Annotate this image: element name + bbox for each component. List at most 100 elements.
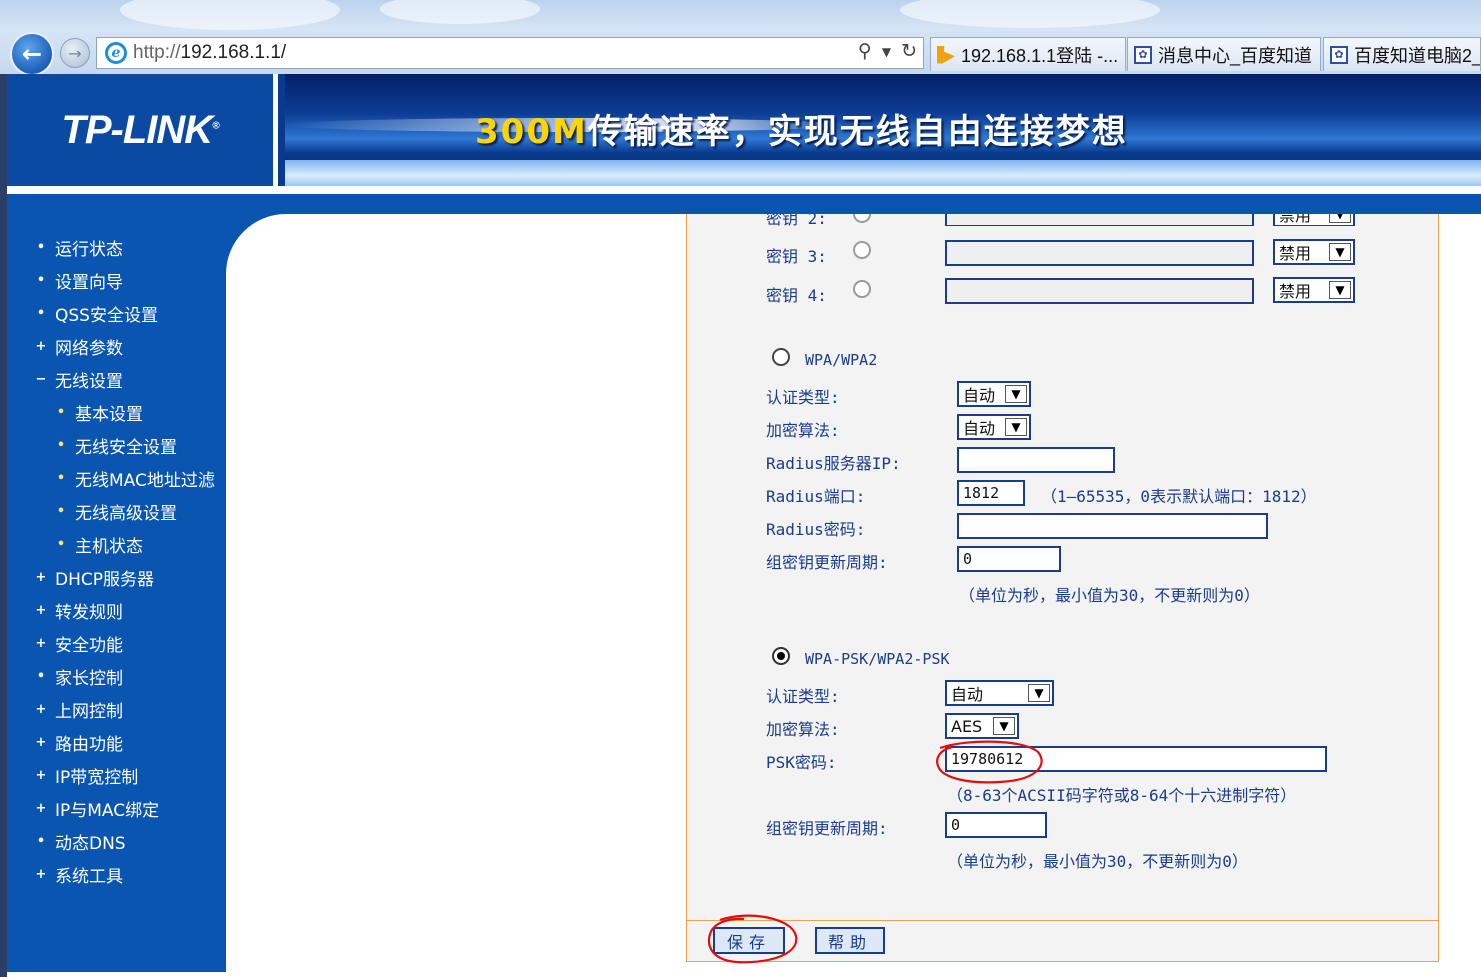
wpa-radio[interactable]: [772, 348, 790, 366]
wpa-group-key-hint: （单位为秒，最小值为30，不更新则为0）: [959, 586, 1260, 605]
wpa-group-key-input[interactable]: 0: [957, 546, 1061, 572]
chevron-down-icon: ▼: [1005, 418, 1027, 436]
plus-icon: +: [35, 635, 47, 651]
sidebar-item-label: 无线设置: [55, 371, 123, 392]
sidebar-item-label: 路由功能: [55, 734, 123, 755]
bullet-icon: •: [36, 833, 46, 849]
sidebar-item[interactable]: • 无线MAC地址过滤: [53, 465, 215, 491]
sidebar-item[interactable]: • 主机状态: [53, 531, 143, 557]
help-button[interactable]: 帮助: [815, 927, 885, 954]
tab-label: 192.168.1.1登陆 -...: [961, 45, 1119, 66]
sidebar-item[interactable]: + 路由功能: [33, 729, 123, 755]
chevron-down-icon: ▼: [993, 717, 1015, 735]
wpa-psk-radio[interactable]: [772, 647, 790, 665]
sidebar-item[interactable]: + DHCP服务器: [33, 564, 154, 590]
plus-icon: +: [35, 866, 47, 882]
sidebar-item-label: 动态DNS: [55, 833, 126, 854]
sidebar-item[interactable]: + 上网控制: [33, 696, 123, 722]
ie-icon: e: [105, 42, 127, 64]
sidebar-item[interactable]: • 基本设置: [53, 399, 143, 425]
wep-key2-input[interactable]: [945, 214, 1254, 226]
search-icon[interactable]: ⚲: [858, 40, 872, 62]
bing-icon: [937, 45, 955, 64]
bullet-icon: •: [56, 404, 66, 420]
browser-tab-1[interactable]: 192.168.1.1登陆 -...: [930, 37, 1126, 71]
sidebar-item[interactable]: • QSS安全设置: [33, 300, 158, 326]
url-scheme: http://: [133, 42, 181, 63]
wep-key3-input[interactable]: [945, 240, 1254, 266]
plus-icon: +: [35, 800, 47, 816]
chevron-down-icon: ▼: [1028, 684, 1050, 702]
sidebar-item[interactable]: • 设置向导: [33, 267, 123, 293]
bullet-icon: •: [36, 668, 46, 684]
sidebar-item-label: 安全功能: [55, 635, 123, 656]
address-bar[interactable]: e http://192.168.1.1/ ⚲ ▼ ↻: [96, 37, 924, 69]
banner-slogan: 300M传输速率，实现无线自由连接梦想: [475, 112, 1128, 152]
sidebar-item[interactable]: • 家长控制: [33, 663, 123, 689]
wep-key4-radio[interactable]: [853, 280, 871, 298]
bullet-icon: •: [56, 503, 66, 519]
sidebar-item-label: 无线安全设置: [75, 437, 177, 458]
browser-tab-2[interactable]: ✿ 消息中心_百度知道: [1127, 37, 1321, 71]
sidebar-item[interactable]: + 安全功能: [33, 630, 123, 656]
wpa-group-key-label: 组密钥更新周期:: [766, 553, 888, 572]
bullet-icon: •: [36, 305, 46, 321]
sidebar-item-label: IP与MAC绑定: [55, 800, 160, 821]
psk-password-input[interactable]: 19780612: [945, 746, 1327, 772]
wep-key3-label: 密钥 3:: [766, 247, 827, 266]
sidebar-item[interactable]: − 无线设置: [33, 366, 123, 392]
address-url[interactable]: http://192.168.1.1/: [133, 42, 286, 64]
wep-key4-type-select[interactable]: 禁用 ▼: [1273, 277, 1355, 303]
radius-port-input[interactable]: 1812: [957, 480, 1025, 506]
chevron-down-icon[interactable]: ▼: [882, 45, 891, 62]
arrow-left-icon: ←: [21, 40, 43, 68]
forward-button[interactable]: →: [60, 38, 90, 68]
select-value: AES: [951, 716, 983, 736]
bullet-icon: •: [56, 536, 66, 552]
browser-tab-3[interactable]: ✿ 百度知道电脑2_: [1323, 37, 1481, 71]
header-bar: [7, 194, 1481, 214]
sidebar-item-label: 上网控制: [55, 701, 123, 722]
wep-key4-input[interactable]: [945, 278, 1254, 304]
sidebar-item[interactable]: • 无线安全设置: [53, 432, 177, 458]
radius-password-label: Radius密码:: [766, 520, 866, 539]
baidu-paw-icon: ✿: [1330, 45, 1348, 64]
arrow-right-icon: →: [68, 43, 82, 63]
radius-ip-input[interactable]: [957, 447, 1115, 473]
plus-icon: +: [35, 569, 47, 585]
psk-auth-select[interactable]: 自动 ▼: [945, 680, 1054, 706]
save-button[interactable]: 保存: [713, 927, 785, 954]
radius-port-label: Radius端口:: [766, 487, 866, 506]
minus-icon: −: [35, 371, 47, 387]
plus-icon: +: [35, 338, 47, 354]
sidebar-item[interactable]: • 动态DNS: [33, 828, 126, 854]
psk-enc-select[interactable]: AES ▼: [945, 713, 1019, 739]
chevron-down-icon: ▼: [1005, 385, 1027, 403]
tplink-logo: TP-LINK®: [61, 107, 219, 152]
clipped-key2-row: 密钥 2: 禁用 ▼: [687, 214, 1440, 226]
bullet-icon: •: [36, 272, 46, 288]
sidebar-item[interactable]: • 运行状态: [33, 234, 123, 260]
sidebar-item[interactable]: + 系统工具: [33, 861, 123, 887]
sidebar-item[interactable]: + 转发规则: [33, 597, 123, 623]
psk-group-key-input[interactable]: 0: [945, 812, 1047, 838]
sidebar-item[interactable]: + IP与MAC绑定: [33, 795, 160, 821]
wpa-auth-select[interactable]: 自动 ▼: [957, 381, 1031, 407]
wpa-enc-label: 加密算法:: [766, 421, 840, 440]
plus-icon: +: [35, 734, 47, 750]
wep-key2-radio[interactable]: [853, 214, 871, 223]
wpa-enc-select[interactable]: 自动 ▼: [957, 414, 1031, 440]
wep-key3-radio[interactable]: [853, 241, 871, 259]
back-button[interactable]: ←: [10, 32, 54, 74]
refresh-icon[interactable]: ↻: [901, 40, 917, 62]
radius-password-input[interactable]: [957, 513, 1268, 539]
sidebar-item-label: QSS安全设置: [55, 305, 158, 326]
sidebar-item[interactable]: • 无线高级设置: [53, 498, 177, 524]
sidebar-item[interactable]: + IP带宽控制: [33, 762, 139, 788]
browser-toolbar: ← → e http://192.168.1.1/ ⚲ ▼ ↻ 192.168.…: [0, 0, 1481, 74]
select-value: 自动: [963, 419, 996, 438]
logo-box: TP-LINK®: [7, 74, 278, 186]
wep-key2-type-select[interactable]: 禁用 ▼: [1273, 214, 1355, 226]
wep-key3-type-select[interactable]: 禁用 ▼: [1273, 239, 1355, 265]
sidebar-item[interactable]: + 网络参数: [33, 333, 123, 359]
